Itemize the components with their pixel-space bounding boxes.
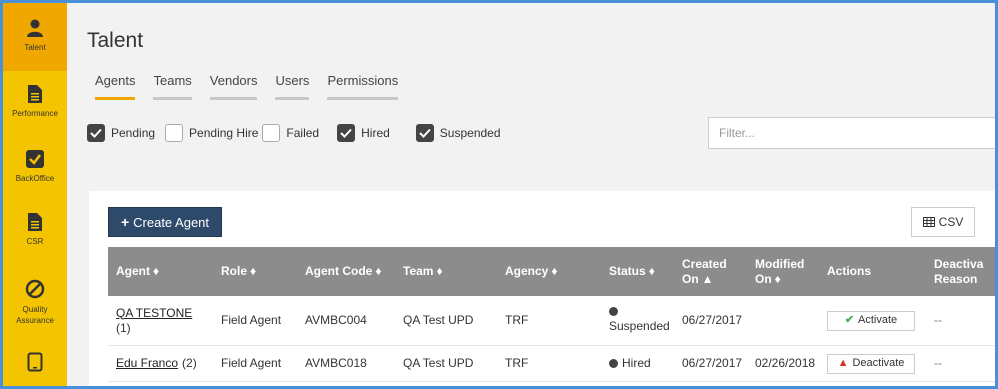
reason-cell: -- xyxy=(934,356,942,370)
status-dot-icon xyxy=(609,307,618,316)
agent-code-cell: AVMBC004 xyxy=(305,313,367,327)
col-modified-on[interactable]: Modified On ♦ xyxy=(755,247,804,296)
col-status[interactable]: Status ♦ xyxy=(609,247,655,296)
created-cell: 06/27/2017 xyxy=(682,313,743,327)
sort-icon: ♦ xyxy=(250,264,257,278)
actions-cell: ▲ Deactivate xyxy=(827,346,915,381)
table-row: QA TESTONE (1) Field Agent AVMBC004 QA T… xyxy=(108,296,995,346)
tab-bar: Agents Teams Vendors Users Permissions xyxy=(95,73,416,100)
tab-permissions[interactable]: Permissions xyxy=(327,73,399,100)
status-dot-icon xyxy=(609,359,618,368)
agent-cell: QA TESTONE (1) xyxy=(116,305,193,335)
agency-cell: TRF xyxy=(505,313,529,327)
col-created-on[interactable]: Created On ▲ xyxy=(682,247,727,296)
warning-icon: ▲ xyxy=(837,357,849,369)
col-agent-code[interactable]: Agent Code ♦ xyxy=(305,247,381,296)
sort-icon: ♦ xyxy=(436,264,443,278)
team-cell: QA Test UPD xyxy=(403,356,474,370)
no-entry-icon xyxy=(25,278,45,300)
sort-icon: ♦ xyxy=(551,264,558,278)
check-icon[interactable] xyxy=(87,124,105,142)
role-cell: Field Agent xyxy=(221,313,282,327)
filter-pending-hire[interactable]: Pending Hire xyxy=(165,124,258,142)
create-agent-button[interactable]: + Create Agent xyxy=(108,207,222,237)
check-icon[interactable] xyxy=(415,124,434,142)
tab-users[interactable]: Users xyxy=(275,73,310,100)
document-icon xyxy=(25,83,45,105)
reason-cell: -- xyxy=(934,313,942,327)
filter-suspended[interactable]: Suspended xyxy=(415,124,501,142)
checkbox-empty[interactable] xyxy=(165,124,184,142)
sidebar-item-performance[interactable]: Performance xyxy=(3,83,67,141)
check-icon: ✔ xyxy=(844,314,855,326)
main-content: Talent Agents Teams Vendors Users Permis… xyxy=(67,3,995,386)
filter-failed[interactable]: Failed xyxy=(262,124,319,142)
sidebar-item-tablet[interactable] xyxy=(3,351,67,381)
sidebar-item-quality-assurance[interactable]: Quality Assurance xyxy=(3,278,67,338)
sidebar: Talent Performance BackOffice CSR Qualit… xyxy=(3,3,67,386)
col-agency[interactable]: Agency ♦ xyxy=(505,247,557,296)
agent-link[interactable]: Edu Franco xyxy=(116,356,178,371)
role-cell: Field Agent xyxy=(221,356,282,370)
sort-icon: ♦ xyxy=(153,264,160,278)
filter-input[interactable] xyxy=(708,117,995,149)
agency-cell: TRF xyxy=(505,356,529,370)
activate-button[interactable]: ✔ Activate xyxy=(827,310,915,331)
check-icon[interactable] xyxy=(337,124,356,142)
person-icon xyxy=(25,17,45,39)
status-filters: Pending Pending Hire Failed Hired Suspen… xyxy=(87,124,511,142)
actions-cell: ✔ Activate xyxy=(827,296,915,345)
table-row: Edu Franco (2) Field Agent AVMBC018 QA T… xyxy=(108,346,995,382)
status-cell: Hired xyxy=(609,346,651,381)
sidebar-item-backoffice[interactable]: BackOffice xyxy=(3,148,67,206)
sidebar-item-talent[interactable]: Talent xyxy=(3,3,67,71)
filter-pending[interactable]: Pending xyxy=(87,124,155,142)
deactivate-button[interactable]: ▲ Deactivate xyxy=(827,353,915,374)
sort-asc-icon: ▲ xyxy=(701,271,714,286)
agents-panel: + Create Agent CSV Agent ♦ Role ♦ Agent Co… xyxy=(89,191,995,386)
document-icon xyxy=(25,211,45,233)
tab-teams[interactable]: Teams xyxy=(153,73,192,100)
app-frame: Talent Performance BackOffice CSR Qualit… xyxy=(0,0,998,389)
sort-icon: ♦ xyxy=(375,264,382,278)
col-team[interactable]: Team ♦ xyxy=(403,247,443,296)
col-agent[interactable]: Agent ♦ xyxy=(116,247,159,296)
plus-icon: + xyxy=(120,214,130,230)
sidebar-item-csr[interactable]: CSR xyxy=(3,211,67,269)
created-cell: 06/27/2017 xyxy=(682,356,743,370)
tab-vendors[interactable]: Vendors xyxy=(209,73,258,100)
agent-code-cell: AVMBC018 xyxy=(305,356,367,370)
checkbox-icon xyxy=(25,148,45,170)
agent-link[interactable]: QA TESTONE xyxy=(116,306,192,321)
table-header: Agent ♦ Role ♦ Agent Code ♦ Team ♦ Agency ♦ S… xyxy=(108,247,995,296)
filter-hired[interactable]: Hired xyxy=(337,124,390,142)
checkbox-empty[interactable] xyxy=(262,124,281,142)
sort-icon: ♦ xyxy=(648,264,655,278)
agents-table: Agent ♦ Role ♦ Agent Code ♦ Team ♦ Agency ♦ S… xyxy=(108,247,995,382)
modified-cell: 02/26/2018 xyxy=(755,356,816,370)
sort-icon: ♦ xyxy=(774,271,781,286)
tablet-icon xyxy=(25,351,45,373)
tab-agents[interactable]: Agents xyxy=(95,73,136,100)
team-cell: QA Test UPD xyxy=(403,313,474,327)
col-deactivation-reason: Deactiva Reason xyxy=(934,256,984,286)
col-actions: Actions xyxy=(827,264,872,278)
csv-export-button[interactable]: CSV xyxy=(911,207,975,237)
status-cell: Suspended xyxy=(609,296,670,345)
col-role[interactable]: Role ♦ xyxy=(221,247,256,296)
agent-cell: Edu Franco (2) xyxy=(116,356,197,371)
table-icon xyxy=(922,217,935,227)
page-title: Talent xyxy=(87,29,144,52)
